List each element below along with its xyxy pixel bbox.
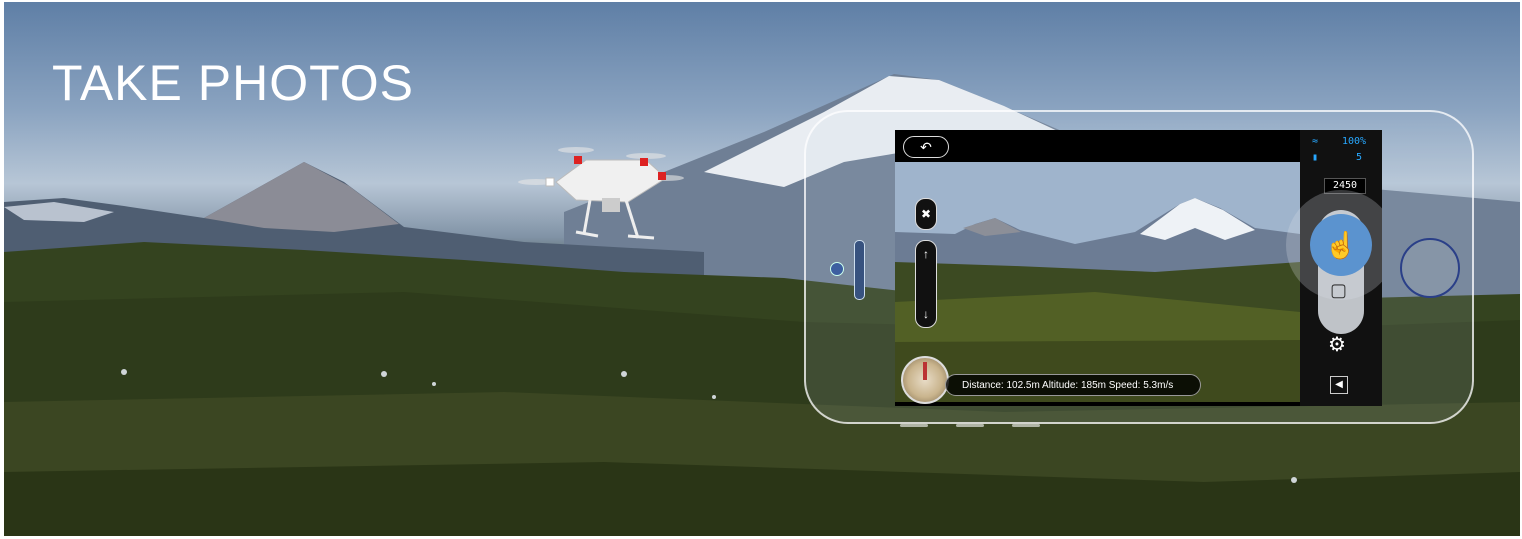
hero-banner: TAKE PHOTOS ↶ ✖ ↑ ↓ Distance: 102.5m Alt…	[4, 2, 1520, 536]
camera-preview-image	[895, 162, 1300, 402]
wifi-icon: ≈	[1312, 136, 1319, 147]
down-arrow-icon: ↓	[923, 307, 929, 321]
compass-needle-icon	[923, 362, 927, 380]
photo-counter: 2450	[1324, 178, 1366, 194]
gear-icon[interactable]: ⚙	[1328, 332, 1346, 357]
app-screen: ↶ ✖ ↑ ↓ Distance: 102.5m Altitude: 185m …	[895, 130, 1382, 406]
shutter-button[interactable]: ☝	[1310, 214, 1372, 276]
camera-toggle-icon: ✖	[920, 207, 932, 221]
phone-camera-dot	[830, 262, 844, 276]
telemetry-bar: Distance: 102.5m Altitude: 185m Speed: 5…	[945, 374, 1201, 396]
control-panel: ≈ 100% ▮ 5 2450 ☝ ▢ ⚙ ◀	[1300, 130, 1382, 406]
video-camera-icon[interactable]: ▢	[1330, 280, 1347, 301]
drone-image	[518, 147, 684, 240]
battery-text: 100%	[1342, 136, 1367, 147]
phone-speaker	[854, 240, 865, 300]
phone-home-button[interactable]	[1400, 238, 1460, 298]
app-topbar: ↶	[895, 130, 1300, 162]
attitude-indicator	[901, 356, 949, 404]
collapse-icon[interactable]: ◀	[1330, 376, 1348, 394]
camera-toggle-button[interactable]: ✖	[915, 198, 937, 230]
battery-icon: ▮	[1312, 152, 1319, 163]
back-button[interactable]: ↶	[903, 136, 949, 158]
touch-shutter-icon: ☝	[1324, 230, 1358, 260]
up-arrow-icon: ↑	[923, 247, 929, 261]
camera-preview: ✖ ↑ ↓	[895, 162, 1300, 402]
headline: TAKE PHOTOS	[52, 55, 415, 111]
gimbal-slider[interactable]: ↑ ↓	[915, 240, 937, 328]
back-arrow-icon: ↶	[920, 139, 932, 155]
gps-count: 5	[1356, 152, 1363, 163]
